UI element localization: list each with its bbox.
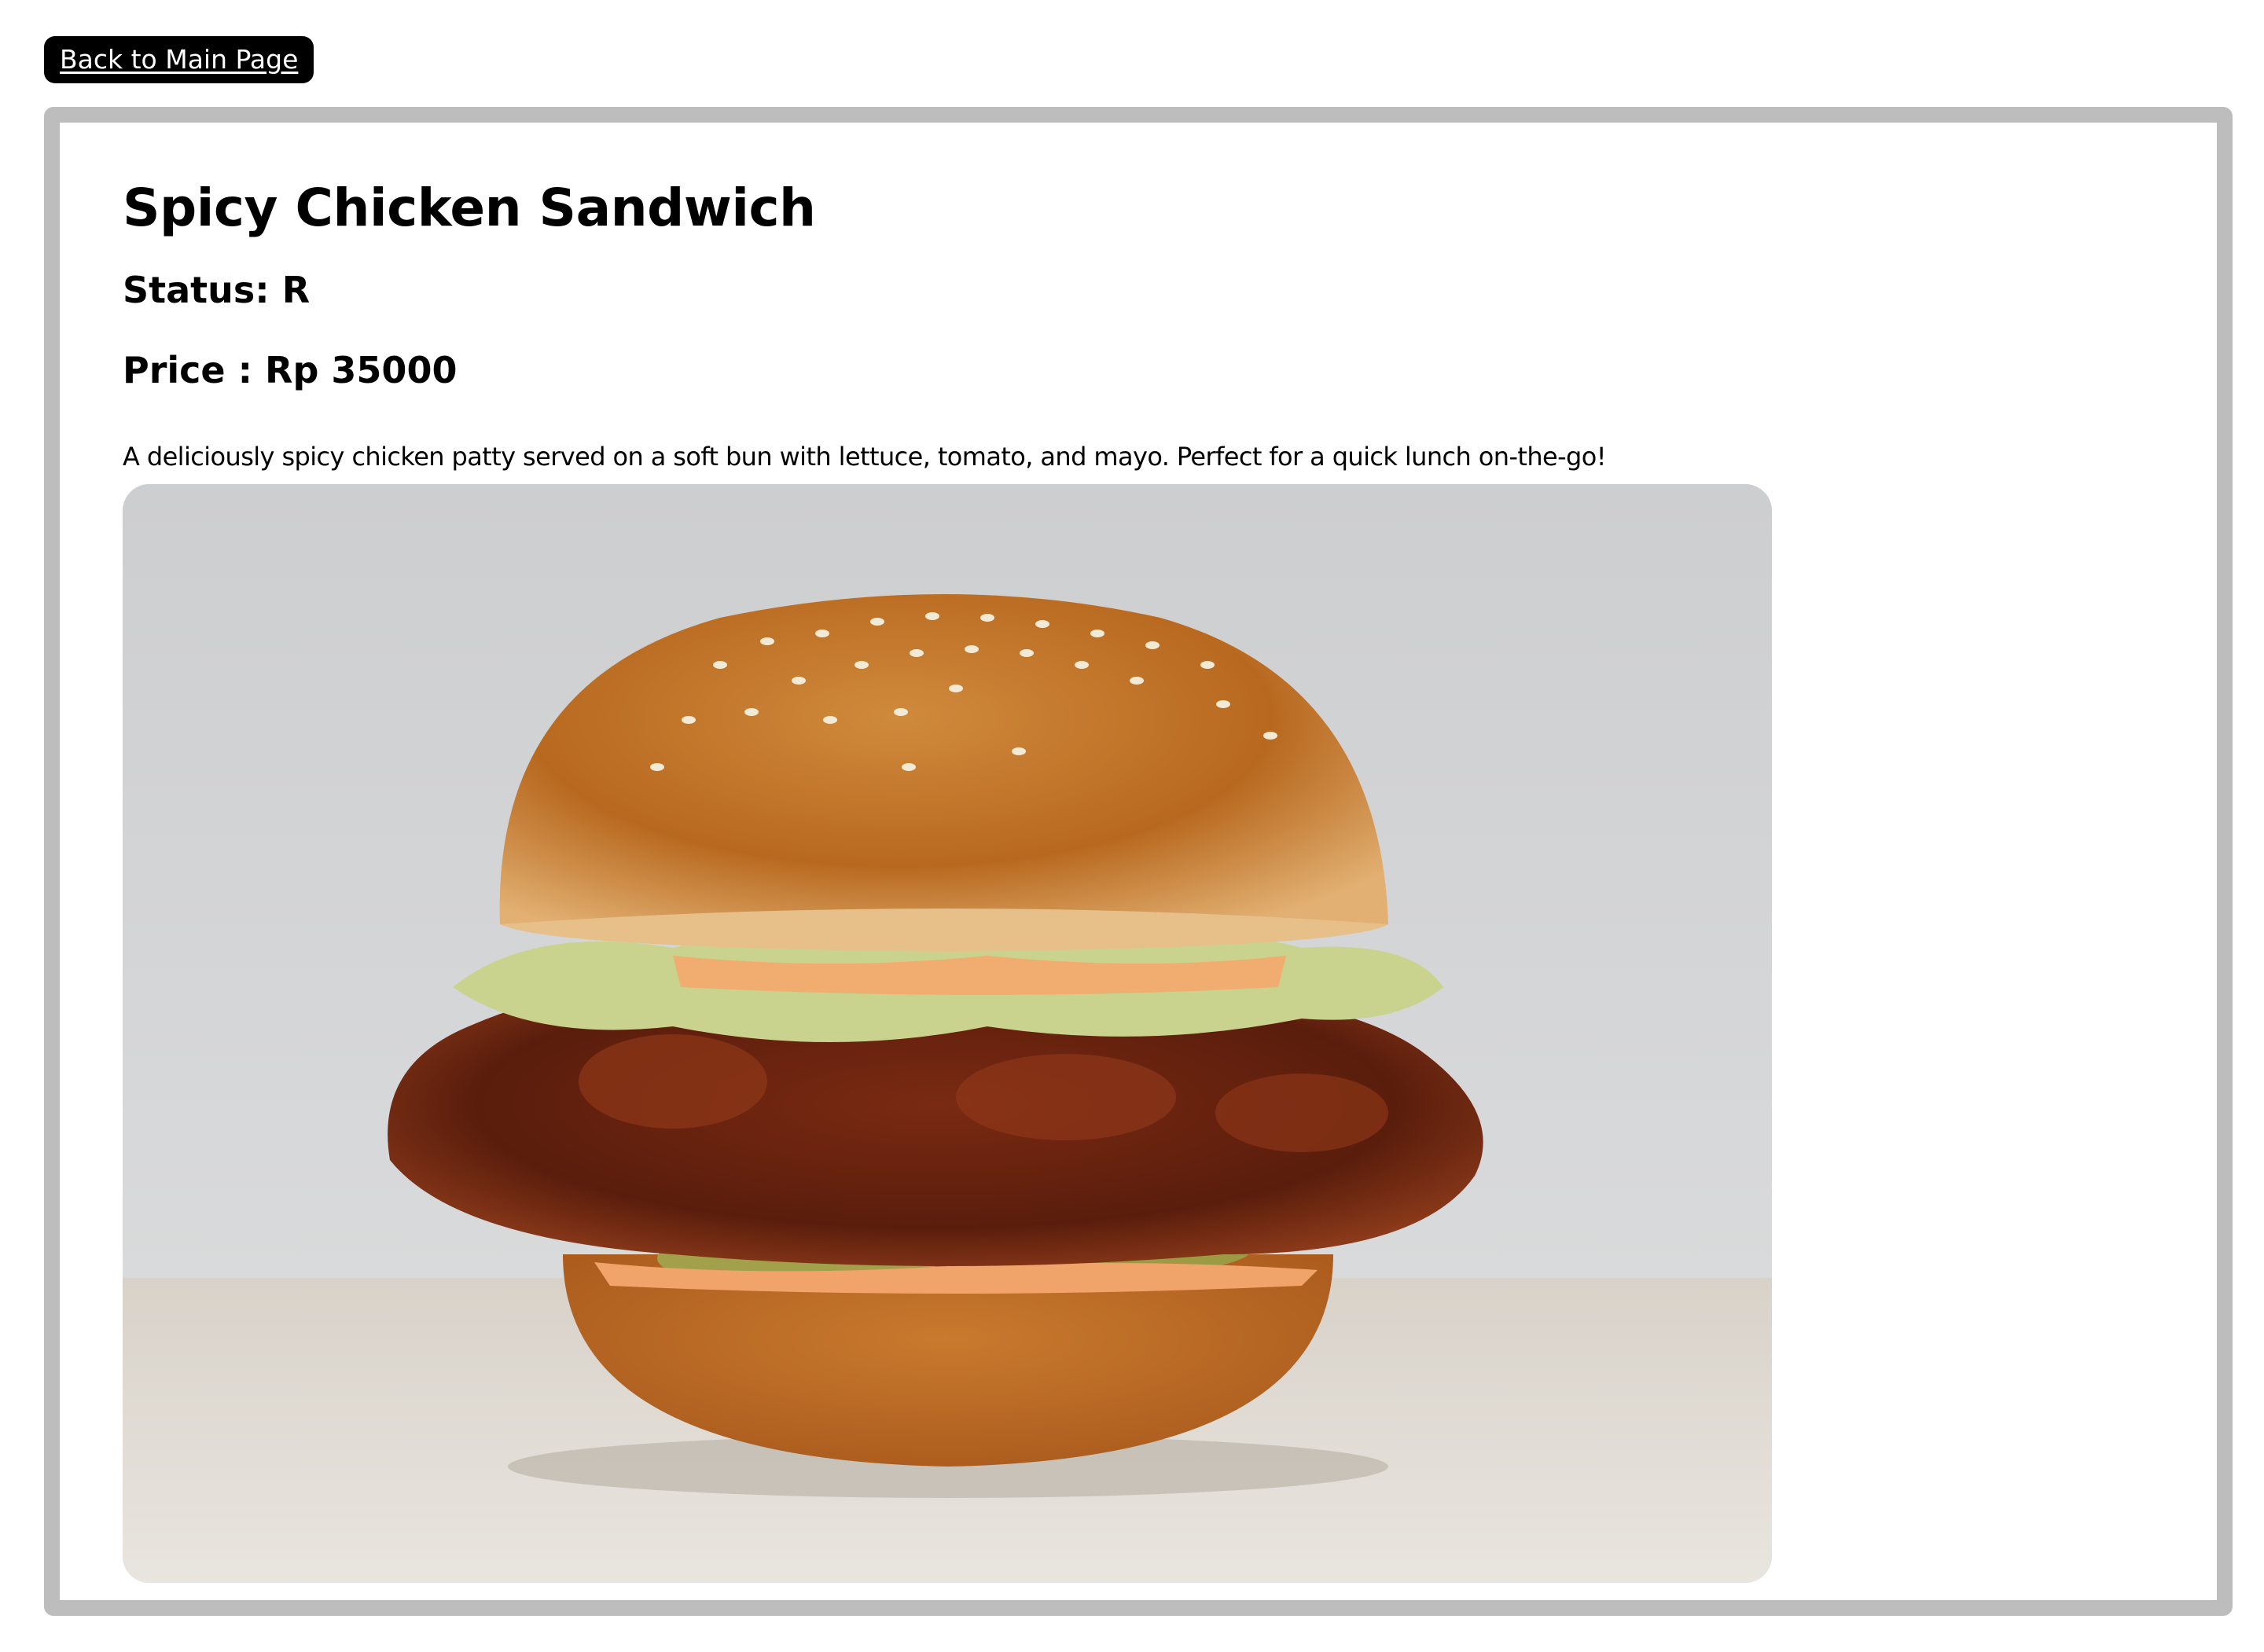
item-description: A deliciously spicy chicken patty served… — [123, 442, 1607, 472]
item-price: Price : Rp 35000 — [123, 349, 458, 391]
item-status: Status: R — [123, 269, 311, 311]
sandwich-illustration — [123, 484, 1772, 1583]
item-title: Spicy Chicken Sandwich — [123, 178, 816, 238]
item-photo — [123, 484, 1772, 1583]
item-detail-card: Spicy Chicken Sandwich Status: R Price :… — [44, 107, 2233, 1616]
page: Back to Main Page Spicy Chicken Sandwich… — [0, 0, 2264, 1652]
back-to-main-page-button[interactable]: Back to Main Page — [44, 36, 314, 83]
